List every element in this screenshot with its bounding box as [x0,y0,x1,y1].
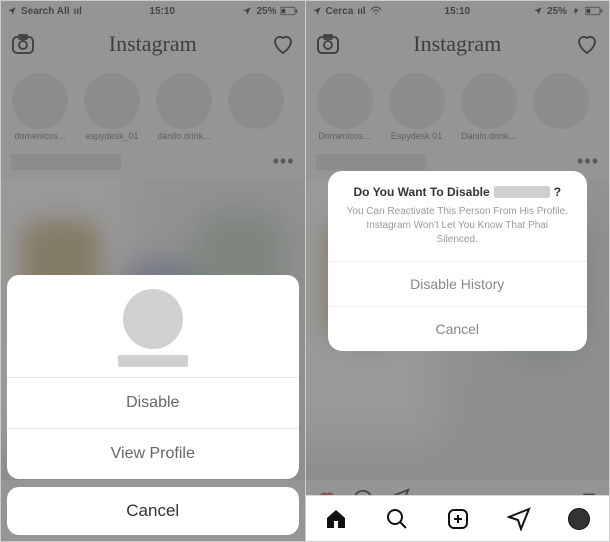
right-screenshot: Cerca ııl 15:10 25% Instagram Domenicos.… [306,1,610,541]
sheet-profile-header [7,275,299,377]
bottom-nav [306,495,610,541]
cancel-button[interactable]: Cancel [7,487,299,535]
profile-avatar[interactable] [568,508,590,530]
action-sheet: Disable View Profile Cancel [1,275,305,541]
direct-icon[interactable] [507,507,531,531]
home-icon[interactable] [324,507,348,531]
cancel-button[interactable]: Cancel [328,306,588,351]
add-post-icon[interactable] [446,507,470,531]
disable-history-button[interactable]: Disable History [328,261,588,306]
dialog-description: You Can Reactivate This Person From His … [328,205,588,261]
confirm-dialog: Do You Want To Disable ? You Can Reactiv… [328,171,588,351]
view-profile-button[interactable]: View Profile [7,428,299,479]
sheet-username [118,355,188,367]
search-icon[interactable] [385,507,409,531]
masked-username [494,186,550,198]
disable-button[interactable]: Disable [7,377,299,428]
dialog-title: Do You Want To Disable ? [328,171,588,205]
left-screenshot: Search All ııl 15:10 25% Instagram domen… [1,1,306,541]
avatar [123,289,183,349]
